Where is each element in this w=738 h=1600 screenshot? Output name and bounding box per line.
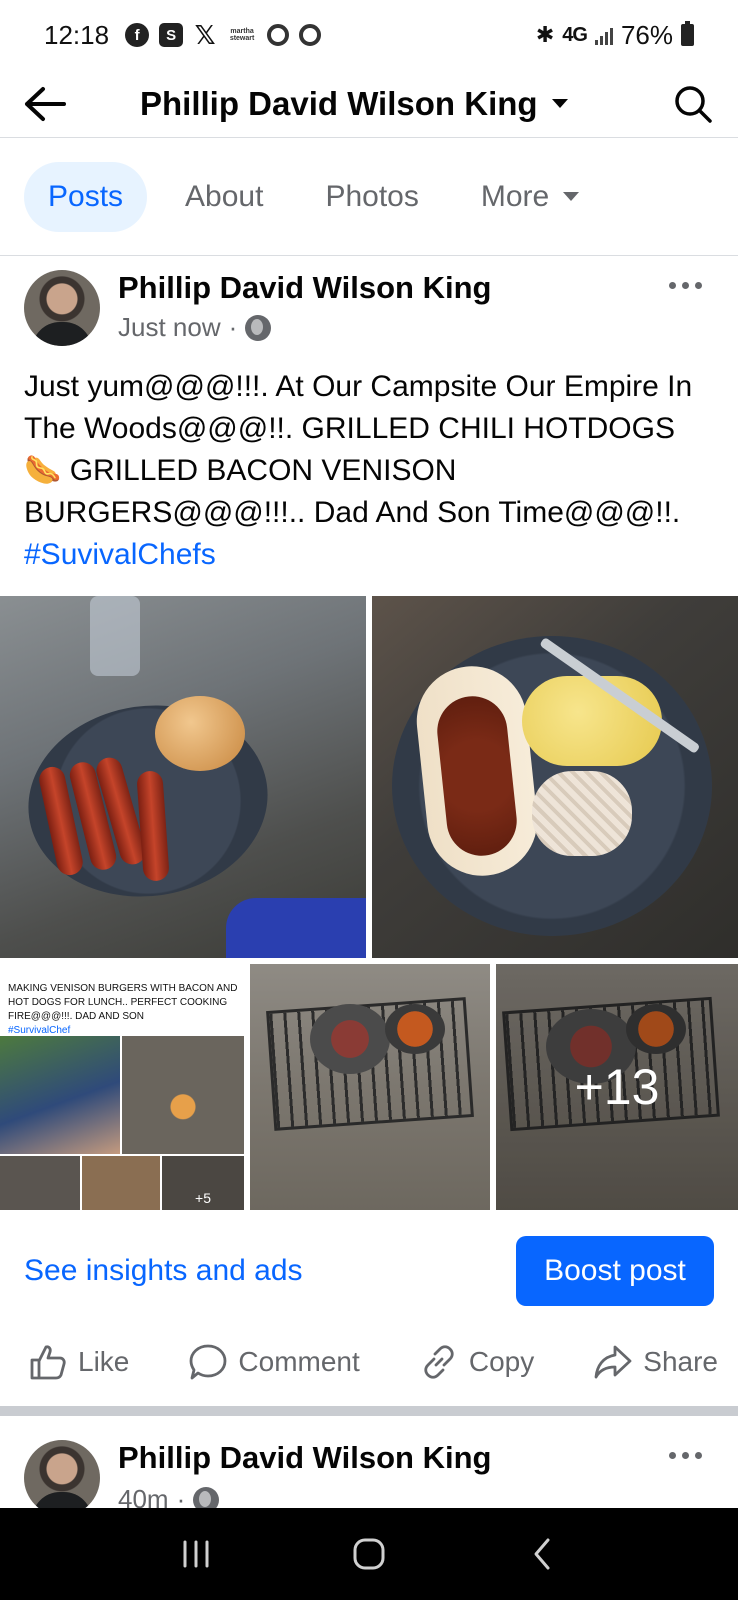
battery-percent: 76% <box>620 19 673 50</box>
ring-app-icon <box>267 24 290 46</box>
bottle-shape <box>90 596 140 676</box>
tab-label: Photos <box>325 179 419 213</box>
tab-about[interactable]: About <box>161 162 287 232</box>
back-nav-button[interactable] <box>512 1524 572 1584</box>
post-photo-2[interactable] <box>372 596 738 958</box>
post-author[interactable]: Phillip David Wilson King <box>118 270 491 306</box>
chevron-down-icon <box>551 99 568 108</box>
post-text: Just yum@@@!!!. At Our Campsite Our Empi… <box>24 366 714 576</box>
status-time: 12:18 <box>44 19 110 50</box>
like-button[interactable]: Like <box>28 1342 129 1382</box>
page-title: Phillip David Wilson King <box>140 84 538 122</box>
battery-icon <box>681 21 694 46</box>
next-post-header: Phillip David Wilson King 40m · <box>24 1440 714 1516</box>
post-photo-1[interactable] <box>0 596 366 958</box>
profile-tabs: Posts About Photos More <box>0 138 738 256</box>
recent-apps-icon <box>183 1540 209 1568</box>
profile-header: Phillip David Wilson King <box>0 70 738 138</box>
back-button[interactable] <box>0 70 90 138</box>
separator-dot: · <box>228 312 238 342</box>
more-thumb: +5 <box>162 1156 244 1210</box>
facebook-icon: f <box>125 23 150 47</box>
x-icon: 𝕏 <box>194 19 216 50</box>
dot-icon <box>682 282 689 289</box>
boost-post-button[interactable]: Boost post <box>516 1236 714 1306</box>
more-options-button[interactable] <box>669 270 714 350</box>
shared-post-text: MAKING VENISON BURGERS WITH BACON AND HO… <box>8 982 238 1038</box>
shared-post-hashtag: #SurvivalChef <box>8 1025 71 1036</box>
tab-photos[interactable]: Photos <box>301 162 442 232</box>
home-button[interactable] <box>339 1524 399 1584</box>
avatar[interactable] <box>24 1440 100 1516</box>
copy-button[interactable]: Copy <box>419 1342 534 1382</box>
martha-stewart-icon: martha stewart <box>229 28 255 42</box>
post-actions: Like Comment Copy Share <box>28 1330 718 1394</box>
insights-row: See insights and ads Boost post <box>24 1236 714 1306</box>
back-arrow-icon <box>25 86 66 121</box>
comment-label: Comment <box>238 1346 360 1377</box>
post-author[interactable]: Phillip David Wilson King <box>118 1440 491 1476</box>
feed-separator <box>0 1406 738 1416</box>
ring-app-icon <box>299 24 322 46</box>
more-photos-count: +13 <box>496 964 738 1210</box>
dot-icon <box>695 282 702 289</box>
tab-more[interactable]: More <box>457 162 603 232</box>
link-icon <box>424 1345 454 1379</box>
shared-post-caption: MAKING VENISON BURGERS WITH BACON AND HO… <box>8 983 238 1022</box>
photo-thumb <box>0 1156 80 1210</box>
comment-icon <box>190 1344 227 1380</box>
eggs-shape <box>522 676 662 766</box>
system-nav-bar <box>0 1508 738 1600</box>
globe-icon <box>245 314 272 341</box>
tab-posts[interactable]: Posts <box>24 161 148 232</box>
search-icon <box>675 85 712 123</box>
post-photo-5[interactable]: +13 <box>496 964 738 1210</box>
campfire-thumb <box>122 1036 244 1154</box>
post-photo-3[interactable]: MAKING VENISON BURGERS WITH BACON AND HO… <box>0 964 244 1210</box>
dot-icon <box>669 282 676 289</box>
s-app-icon: S <box>159 23 184 47</box>
post-header: Phillip David Wilson King Just now · <box>24 270 714 350</box>
dot-icon <box>669 1452 676 1459</box>
dot-icon <box>695 1452 702 1459</box>
status-bar: 12:18 f S 𝕏 martha stewart ✱ 4G 76% <box>0 0 738 70</box>
blue-cloth-shape <box>226 898 366 958</box>
signal-icon <box>594 25 613 45</box>
burger-shape <box>155 696 245 771</box>
photo-thumb <box>82 1156 160 1210</box>
post-photo-4[interactable] <box>250 964 490 1210</box>
burger-pan-shape <box>310 1004 390 1074</box>
like-icon <box>30 1345 66 1380</box>
tab-label: More <box>480 179 550 213</box>
back-chevron-icon <box>534 1538 550 1570</box>
tab-label: About <box>185 179 264 213</box>
share-button[interactable]: Share <box>593 1342 718 1382</box>
avatar[interactable] <box>24 270 100 346</box>
recent-apps-button[interactable] <box>166 1524 226 1584</box>
profile-switcher[interactable]: Phillip David Wilson King <box>140 85 568 123</box>
dot-icon <box>682 1452 689 1459</box>
pan-shape <box>385 1004 445 1054</box>
tab-label: Posts <box>48 179 124 213</box>
pasta-shape <box>532 771 632 856</box>
like-label: Like <box>78 1346 130 1377</box>
chevron-down-icon <box>563 192 580 201</box>
copy-label: Copy <box>468 1346 535 1377</box>
hashtag-link[interactable]: #SuvivalChefs <box>24 538 216 571</box>
post-timestamp[interactable]: Just now <box>118 312 221 343</box>
comment-button[interactable]: Comment <box>188 1342 360 1382</box>
more-options-button[interactable] <box>669 1440 714 1510</box>
post-body: Just yum@@@!!!. At Our Campsite Our Empi… <box>24 370 693 529</box>
network-type: 4G <box>562 23 588 46</box>
share-icon <box>594 1345 632 1379</box>
share-label: Share <box>643 1346 718 1377</box>
selfie-thumb <box>0 1036 120 1154</box>
bluetooth-icon: ✱ <box>535 22 555 47</box>
search-button[interactable] <box>648 70 738 138</box>
see-insights-link[interactable]: See insights and ads <box>24 1254 303 1288</box>
home-icon <box>353 1538 385 1570</box>
